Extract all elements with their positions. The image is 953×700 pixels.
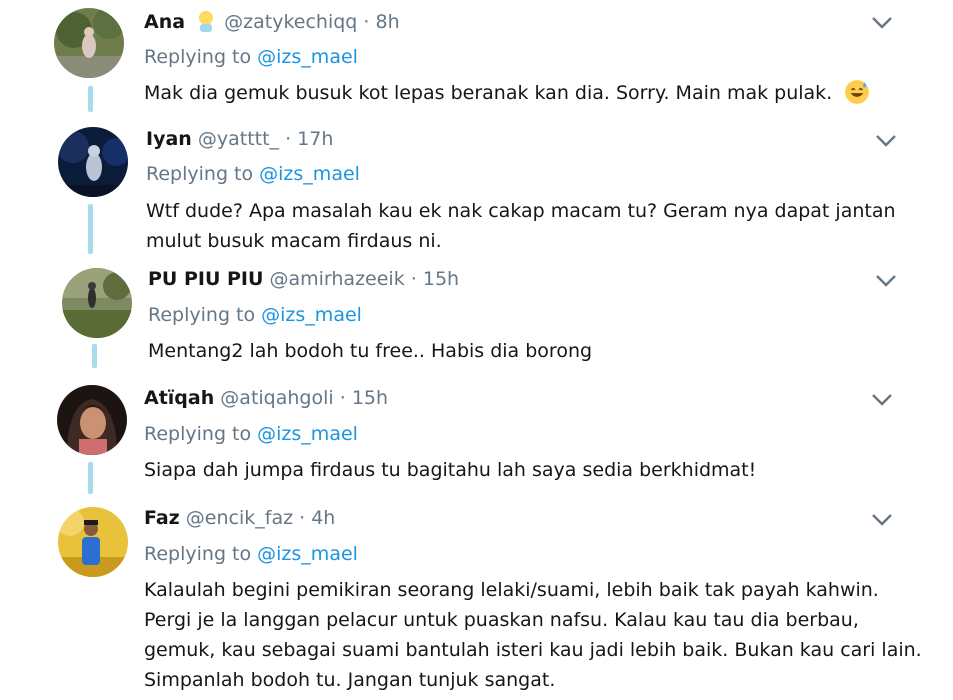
tweet-text-line: Pergi je la langgan pelacur untuk puaska… [144,609,859,631]
timestamp[interactable]: 15h [352,387,388,409]
replying-to: Replying to @izs_mael [144,45,358,69]
mention-link[interactable]: @izs_mael [259,163,360,185]
handle[interactable]: @zatykechiqq [224,11,357,33]
grinning-sweat-emoji-icon [845,80,870,104]
tweet-text-line: gemuk, kau sebagai suami bantulah isteri… [144,639,922,661]
replying-prefix: Replying to [146,163,260,185]
replying-prefix: Replying to [144,423,258,445]
reply-tweet[interactable]: PU PIU PIU @amirhazeeik · 15h Replying t… [0,260,953,380]
display-name[interactable]: Atïqah [144,387,214,409]
timestamp[interactable]: 17h [297,128,333,150]
tweet-text: Siapa dah jumpa firdaus tu bagitahu lah … [144,455,756,485]
tweet-text-line: mulut busuk macam firdaus ni. [146,230,442,252]
person-emoji-icon [199,11,214,32]
tweet-text-line: Simpanlah bodoh tu. Jangan tunjuk sangat… [144,669,556,691]
avatar[interactable] [57,385,127,455]
tweet-header: Ana @zatykechiqq · 8h [144,8,400,34]
timestamp[interactable]: 4h [311,507,335,529]
mention-link[interactable]: @izs_mael [257,46,358,68]
tweet-text-line: Mentang2 lah bodoh tu free.. Habis dia b… [148,340,593,362]
tweet-text: Wtf dude? Apa masalah kau ek nak cakap m… [146,196,896,256]
replying-to: Replying to @izs_mael [148,303,362,327]
separator-dot: · [299,507,306,529]
mention-link[interactable]: @izs_mael [257,423,358,445]
timestamp[interactable]: 8h [376,11,400,33]
replying-prefix: Replying to [148,304,262,326]
tweet-header: Atïqah @atiqahgoli · 15h [144,386,388,410]
chevron-down-icon[interactable] [871,16,893,30]
timestamp[interactable]: 15h [423,268,459,290]
chevron-down-icon[interactable] [875,134,897,148]
separator-dot: · [285,128,292,150]
tweet-text-line: Mak dia gemuk busuk kot lepas beranak ka… [144,82,833,104]
avatar[interactable] [58,507,128,577]
display-name[interactable]: Faz [144,507,180,529]
tweet-header: Faz @encik_faz · 4h [144,506,335,530]
separator-dot: · [339,387,346,409]
tweet-text: Mentang2 lah bodoh tu free.. Habis dia b… [148,336,592,366]
replying-prefix: Replying to [144,46,258,68]
chevron-down-icon[interactable] [871,393,893,407]
avatar[interactable] [54,8,124,78]
reply-tweet[interactable]: Faz @encik_faz · 4h Replying to @izs_mae… [0,500,953,700]
separator-dot: · [363,11,370,33]
tweet-text-line: Wtf dude? Apa masalah kau ek nak cakap m… [146,200,896,222]
avatar[interactable] [58,127,128,197]
display-name[interactable]: PU PIU PIU [148,268,263,290]
display-name[interactable]: Ana [144,11,185,33]
handle[interactable]: @amirhazeeik [269,268,404,290]
chevron-down-icon[interactable] [871,513,893,527]
tweet-header: Iyan @yatttt_ · 17h [146,127,333,151]
chevron-down-icon[interactable] [875,274,897,288]
mention-link[interactable]: @izs_mael [261,304,362,326]
tweet-text-line: Siapa dah jumpa firdaus tu bagitahu lah … [144,459,757,481]
replying-to: Replying to @izs_mael [144,422,358,446]
avatar[interactable] [62,268,132,338]
handle[interactable]: @yatttt_ [198,128,279,150]
tweet-text-line: Kalaulah begini pemikiran seorang lelaki… [144,579,879,601]
mention-link[interactable]: @izs_mael [257,543,358,565]
tweet-text: Mak dia gemuk busuk kot lepas beranak ka… [144,78,870,108]
reply-tweet[interactable]: Ana @zatykechiqq · 8h Replying to @izs_m… [0,0,953,120]
replying-to: Replying to @izs_mael [146,162,360,186]
reply-tweet[interactable]: Atïqah @atiqahgoli · 15h Replying to @iz… [0,380,953,500]
reply-tweet[interactable]: Iyan @yatttt_ · 17h Replying to @izs_mae… [0,120,953,260]
replying-to: Replying to @izs_mael [144,542,358,566]
separator-dot: · [410,268,417,290]
replying-prefix: Replying to [144,543,258,565]
handle[interactable]: @encik_faz [186,507,293,529]
tweet-text: Kalaulah begini pemikiran seorang lelaki… [144,575,922,695]
display-name[interactable]: Iyan [146,128,192,150]
tweet-header: PU PIU PIU @amirhazeeik · 15h [148,267,459,291]
handle[interactable]: @atiqahgoli [220,387,333,409]
